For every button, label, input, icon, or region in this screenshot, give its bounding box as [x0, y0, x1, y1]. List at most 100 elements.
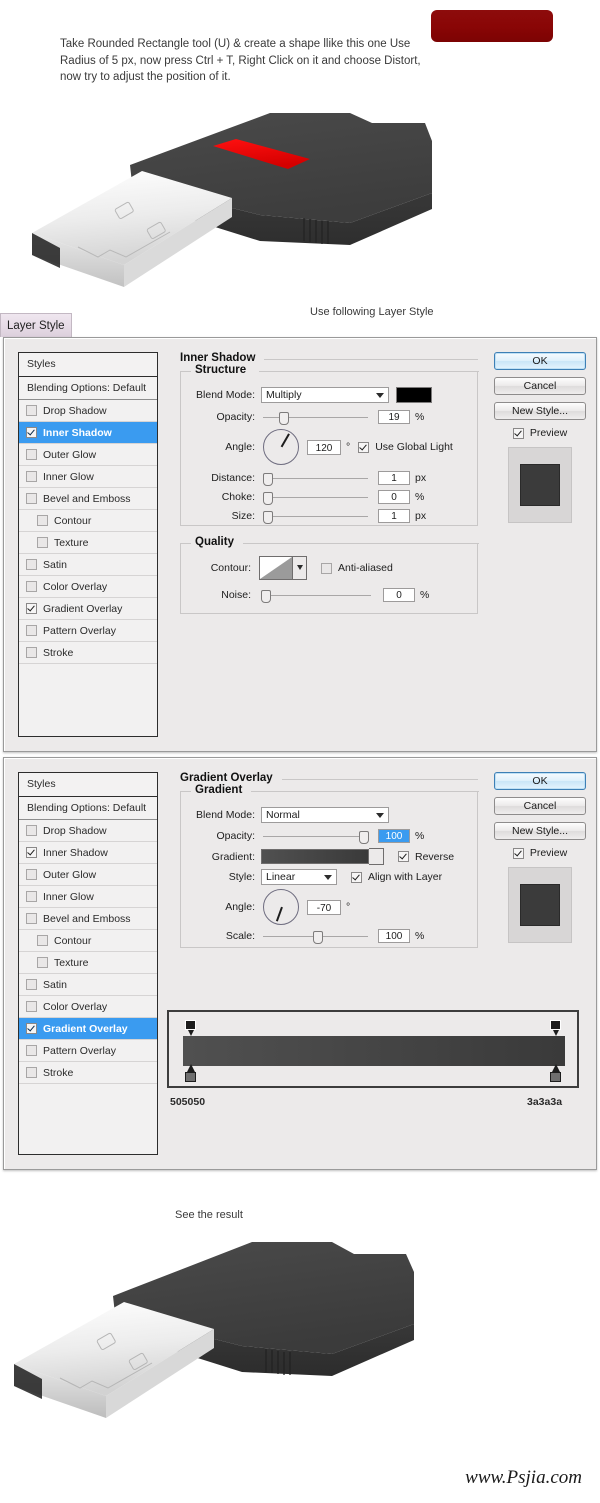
cancel-button[interactable]: Cancel [494, 377, 586, 395]
style-row-bevel-and-emboss[interactable]: Bevel and Emboss [19, 908, 157, 930]
style-row-drop-shadow[interactable]: Drop Shadow [19, 820, 157, 842]
style-row-inner-glow[interactable]: Inner Glow [19, 886, 157, 908]
checkbox-inner-glow[interactable] [26, 471, 37, 482]
angle-dial[interactable] [263, 429, 299, 465]
style-row-gradient-overlay[interactable]: Gradient Overlay [19, 1018, 157, 1040]
styles-list-panel-2[interactable]: Styles Blending Options: Default Drop Sh… [18, 772, 158, 1155]
gradient-editor-strip[interactable] [167, 1010, 579, 1088]
style-row-drop-shadow[interactable]: Drop Shadow [19, 400, 157, 422]
style-row-inner-shadow[interactable]: Inner Shadow [19, 422, 157, 444]
style-row-bevel-and-emboss[interactable]: Bevel and Emboss [19, 488, 157, 510]
style-row-outer-glow[interactable]: Outer Glow [19, 444, 157, 466]
size-input[interactable]: 1 [378, 509, 410, 523]
checkbox-gradient-overlay[interactable] [26, 603, 37, 614]
angle-dial[interactable] [263, 889, 299, 925]
style-select[interactable]: Linear [261, 869, 337, 885]
noise-input[interactable]: 0 [383, 588, 415, 602]
style-row-satin[interactable]: Satin [19, 554, 157, 576]
opacity-input[interactable]: 100 [378, 829, 410, 843]
checkbox-bevel-and-emboss[interactable] [26, 913, 37, 924]
checkbox-anti-aliased[interactable] [321, 563, 332, 574]
checkbox-texture[interactable] [37, 537, 48, 548]
checkbox-texture[interactable] [37, 957, 48, 968]
checkbox-inner-shadow[interactable] [26, 847, 37, 858]
checkbox-drop-shadow[interactable] [26, 825, 37, 836]
style-row-inner-shadow[interactable]: Inner Shadow [19, 842, 157, 864]
scale-slider[interactable] [263, 930, 368, 942]
style-row-gradient-overlay[interactable]: Gradient Overlay [19, 598, 157, 620]
blending-options-row[interactable]: Blending Options: Default [19, 377, 157, 400]
layer-style-dialog-inner-shadow[interactable]: Styles Blending Options: Default Drop Sh… [3, 337, 597, 752]
noise-slider[interactable] [261, 589, 371, 601]
distance-slider[interactable] [263, 472, 368, 484]
angle-input[interactable]: 120 [307, 440, 341, 455]
checkbox-contour[interactable] [37, 515, 48, 526]
gradient-color-stop-right-bottom[interactable] [550, 1066, 561, 1082]
checkbox-pattern-overlay[interactable] [26, 625, 37, 636]
opacity-slider[interactable] [263, 830, 368, 842]
angle-input[interactable]: -70 [307, 900, 341, 915]
ok-button[interactable]: OK [494, 352, 586, 370]
ok-button[interactable]: OK [494, 772, 586, 790]
checkbox-satin[interactable] [26, 979, 37, 990]
new-style-button[interactable]: New Style... [494, 822, 586, 840]
contour-dropdown[interactable] [293, 556, 307, 580]
style-row-texture[interactable]: Texture [19, 952, 157, 974]
style-row-outer-glow[interactable]: Outer Glow [19, 864, 157, 886]
cancel-button[interactable]: Cancel [494, 797, 586, 815]
checkbox-bevel-and-emboss[interactable] [26, 493, 37, 504]
checkbox-inner-glow[interactable] [26, 891, 37, 902]
style-row-inner-glow[interactable]: Inner Glow [19, 466, 157, 488]
choke-slider[interactable] [263, 491, 368, 503]
new-style-button[interactable]: New Style... [494, 402, 586, 420]
checkbox-use-global-light[interactable] [358, 442, 369, 453]
blend-mode-select[interactable]: Multiply [261, 387, 389, 403]
style-row-contour[interactable]: Contour [19, 930, 157, 952]
contour-preview[interactable] [259, 556, 293, 580]
checkbox-preview[interactable] [513, 848, 524, 859]
checkbox-outer-glow[interactable] [26, 449, 37, 460]
checkbox-pattern-overlay[interactable] [26, 1045, 37, 1056]
gradient-ramp[interactable] [183, 1036, 565, 1066]
style-row-stroke[interactable]: Stroke [19, 1062, 157, 1084]
preview-row[interactable]: Preview [494, 847, 586, 859]
choke-input[interactable]: 0 [378, 490, 410, 504]
checkbox-satin[interactable] [26, 559, 37, 570]
checkbox-align-with-layer[interactable] [351, 872, 362, 883]
checkbox-color-overlay[interactable] [26, 581, 37, 592]
checkbox-stroke[interactable] [26, 647, 37, 658]
style-row-color-overlay[interactable]: Color Overlay [19, 996, 157, 1018]
opacity-slider[interactable] [263, 411, 368, 423]
scale-input[interactable]: 100 [378, 929, 410, 943]
style-row-texture[interactable]: Texture [19, 532, 157, 554]
gradient-color-stop-left-bottom[interactable] [185, 1066, 196, 1082]
checkbox-preview[interactable] [513, 428, 524, 439]
style-row-contour[interactable]: Contour [19, 510, 157, 532]
style-row-stroke[interactable]: Stroke [19, 642, 157, 664]
gradient-color-stop-right-top[interactable] [550, 1020, 561, 1036]
opacity-input[interactable]: 19 [378, 410, 410, 424]
checkbox-outer-glow[interactable] [26, 869, 37, 880]
blend-mode-select[interactable]: Normal [261, 807, 389, 823]
checkbox-reverse[interactable] [398, 851, 409, 862]
size-slider[interactable] [263, 510, 368, 522]
style-row-color-overlay[interactable]: Color Overlay [19, 576, 157, 598]
style-row-pattern-overlay[interactable]: Pattern Overlay [19, 1040, 157, 1062]
checkbox-inner-shadow[interactable] [26, 427, 37, 438]
distance-input[interactable]: 1 [378, 471, 410, 485]
checkbox-stroke[interactable] [26, 1067, 37, 1078]
styles-list-panel-1[interactable]: Styles Blending Options: Default Drop Sh… [18, 352, 158, 737]
checkbox-drop-shadow[interactable] [26, 405, 37, 416]
style-row-satin[interactable]: Satin [19, 974, 157, 996]
preview-row[interactable]: Preview [494, 427, 586, 439]
layer-style-dialog-gradient-overlay[interactable]: Styles Blending Options: Default Drop Sh… [3, 757, 597, 1170]
checkbox-contour[interactable] [37, 935, 48, 946]
style-row-pattern-overlay[interactable]: Pattern Overlay [19, 620, 157, 642]
gradient-color-stop-left-top[interactable] [185, 1020, 196, 1036]
shadow-color-swatch[interactable] [396, 387, 432, 403]
checkbox-gradient-overlay[interactable] [26, 1023, 37, 1034]
gradient-dropdown[interactable] [369, 848, 384, 865]
gradient-preview-swatch[interactable] [261, 849, 369, 864]
checkbox-color-overlay[interactable] [26, 1001, 37, 1012]
blending-options-row[interactable]: Blending Options: Default [19, 797, 157, 820]
